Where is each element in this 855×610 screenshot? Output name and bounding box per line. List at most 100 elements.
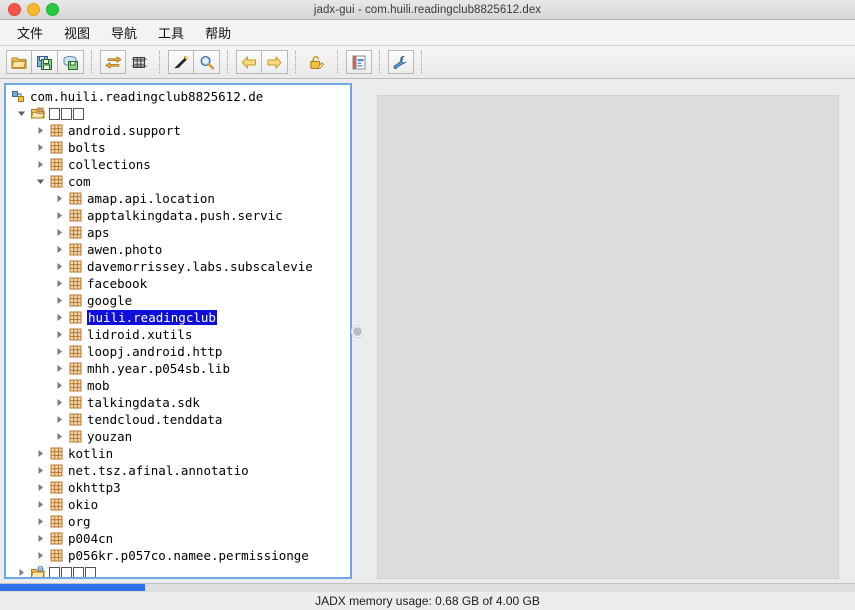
editor-panel[interactable] bbox=[363, 83, 851, 579]
tree-row-label: net.tsz.afinal.annotatio bbox=[68, 463, 249, 478]
tree-row[interactable]: awen.photo bbox=[8, 241, 350, 258]
search-text-button[interactable] bbox=[194, 50, 220, 74]
chevron-right-icon[interactable] bbox=[52, 330, 67, 339]
chevron-right-icon[interactable] bbox=[33, 551, 48, 560]
open-file-button[interactable] bbox=[6, 50, 32, 74]
menu-file[interactable]: 文件 bbox=[8, 21, 52, 44]
toolbar-separator bbox=[159, 51, 161, 73]
preferences-button[interactable] bbox=[388, 50, 414, 74]
back-button[interactable] bbox=[236, 50, 262, 74]
export-gradle-button[interactable] bbox=[58, 50, 84, 74]
chevron-right-icon[interactable] bbox=[33, 466, 48, 475]
tree-row[interactable]: apptalkingdata.push.servic bbox=[8, 207, 350, 224]
chevron-right-icon[interactable] bbox=[52, 296, 67, 305]
chevron-right-icon[interactable] bbox=[33, 500, 48, 509]
package-icon bbox=[67, 294, 84, 307]
tree-row[interactable]: huili.readingclub bbox=[8, 309, 350, 326]
tree-row[interactable]: google bbox=[8, 292, 350, 309]
tree-row[interactable]: net.tsz.afinal.annotatio bbox=[8, 462, 350, 479]
tree-row[interactable]: aps bbox=[8, 224, 350, 241]
chevron-right-icon[interactable] bbox=[52, 262, 67, 271]
package-icon bbox=[48, 481, 65, 494]
tree-row[interactable]: mhh.year.p054sb.lib bbox=[8, 360, 350, 377]
panel-splitter[interactable] bbox=[352, 79, 363, 583]
chevron-right-icon[interactable] bbox=[33, 534, 48, 543]
jadx-gui-window: jadx-gui - com.huili.readingclub8825612.… bbox=[0, 0, 855, 610]
zoom-button[interactable] bbox=[46, 3, 59, 16]
chevron-right-icon[interactable] bbox=[52, 279, 67, 288]
chevron-right-icon[interactable] bbox=[52, 194, 67, 203]
tree-row[interactable]: amap.api.location bbox=[8, 190, 350, 207]
package-icon bbox=[48, 175, 65, 188]
tree-row[interactable]: com bbox=[8, 173, 350, 190]
chevron-right-icon[interactable] bbox=[52, 432, 67, 441]
tree-row[interactable]: loopj.android.http bbox=[8, 343, 350, 360]
tree-row[interactable]: collections bbox=[8, 156, 350, 173]
chevron-right-icon[interactable] bbox=[33, 483, 48, 492]
tree-row[interactable] bbox=[8, 105, 350, 122]
chevron-right-icon[interactable] bbox=[52, 364, 67, 373]
chevron-down-icon[interactable] bbox=[33, 177, 48, 186]
sync-button[interactable] bbox=[100, 50, 126, 74]
tree-row[interactable]: okio bbox=[8, 496, 350, 513]
toolbar-group-file bbox=[6, 50, 84, 74]
tree-row[interactable]: facebook bbox=[8, 275, 350, 292]
chevron-right-icon[interactable] bbox=[52, 415, 67, 424]
splitter-handle[interactable] bbox=[352, 325, 363, 337]
missing-glyph-box bbox=[49, 108, 60, 120]
chevron-right-icon[interactable] bbox=[33, 143, 48, 152]
tree-row[interactable]: lidroid.xutils bbox=[8, 326, 350, 343]
save-all-button[interactable] bbox=[32, 50, 58, 74]
class-tree-panel[interactable]: com.huili.readingclub8825612.de android.… bbox=[4, 83, 352, 579]
close-button[interactable] bbox=[8, 3, 21, 16]
chevron-right-icon[interactable] bbox=[33, 160, 48, 169]
chevron-right-icon[interactable] bbox=[33, 449, 48, 458]
flatten-packages-button[interactable] bbox=[126, 50, 152, 74]
missing-glyph-box bbox=[61, 108, 72, 120]
tree-row-label: aps bbox=[87, 225, 110, 240]
menu-view[interactable]: 视图 bbox=[55, 21, 99, 44]
chevron-right-icon[interactable] bbox=[52, 228, 67, 237]
tree-row[interactable]: youzan bbox=[8, 428, 350, 445]
chevron-right-icon[interactable] bbox=[52, 245, 67, 254]
chevron-down-icon[interactable] bbox=[14, 109, 29, 118]
forward-button[interactable] bbox=[262, 50, 288, 74]
search-class-button[interactable] bbox=[168, 50, 194, 74]
tree-row[interactable]: org bbox=[8, 513, 350, 530]
menu-tools[interactable]: 工具 bbox=[149, 21, 193, 44]
tree-row[interactable]: 010 bbox=[8, 564, 350, 577]
chevron-right-icon[interactable] bbox=[52, 347, 67, 356]
class-tree[interactable]: com.huili.readingclub8825612.de android.… bbox=[6, 85, 350, 577]
tree-row[interactable]: kotlin bbox=[8, 445, 350, 462]
tree-row[interactable]: p056kr.p057co.namee.permissionge bbox=[8, 547, 350, 564]
resources-folder-icon: 010 bbox=[29, 566, 46, 577]
menu-navigation[interactable]: 导航 bbox=[102, 21, 146, 44]
tree-row[interactable]: bolts bbox=[8, 139, 350, 156]
search-text-icon bbox=[199, 55, 215, 70]
menu-help[interactable]: 帮助 bbox=[196, 21, 240, 44]
chevron-right-icon[interactable] bbox=[33, 126, 48, 135]
tree-row[interactable]: okhttp3 bbox=[8, 479, 350, 496]
save-all-icon bbox=[36, 55, 53, 70]
tree-row[interactable]: talkingdata.sdk bbox=[8, 394, 350, 411]
chevron-right-icon[interactable] bbox=[52, 313, 67, 322]
tree-row-label: okhttp3 bbox=[68, 480, 121, 495]
deobfuscation-button[interactable] bbox=[304, 50, 330, 74]
minimize-button[interactable] bbox=[27, 3, 40, 16]
toolbar-separator bbox=[337, 51, 339, 73]
tree-row[interactable]: mob bbox=[8, 377, 350, 394]
chevron-right-icon[interactable] bbox=[52, 398, 67, 407]
tree-root-row[interactable]: com.huili.readingclub8825612.de bbox=[8, 88, 350, 105]
log-viewer-button[interactable] bbox=[346, 50, 372, 74]
chevron-right-icon[interactable] bbox=[52, 211, 67, 220]
chevron-right-icon[interactable] bbox=[33, 517, 48, 526]
package-icon bbox=[67, 345, 84, 358]
preferences-icon bbox=[393, 55, 409, 70]
tree-row[interactable]: davemorrissey.labs.subscalevie bbox=[8, 258, 350, 275]
chevron-right-icon[interactable] bbox=[14, 568, 29, 577]
tree-row[interactable]: android.support bbox=[8, 122, 350, 139]
toolbar-separator bbox=[295, 51, 297, 73]
tree-row[interactable]: p004cn bbox=[8, 530, 350, 547]
tree-row[interactable]: tendcloud.tenddata bbox=[8, 411, 350, 428]
chevron-right-icon[interactable] bbox=[52, 381, 67, 390]
